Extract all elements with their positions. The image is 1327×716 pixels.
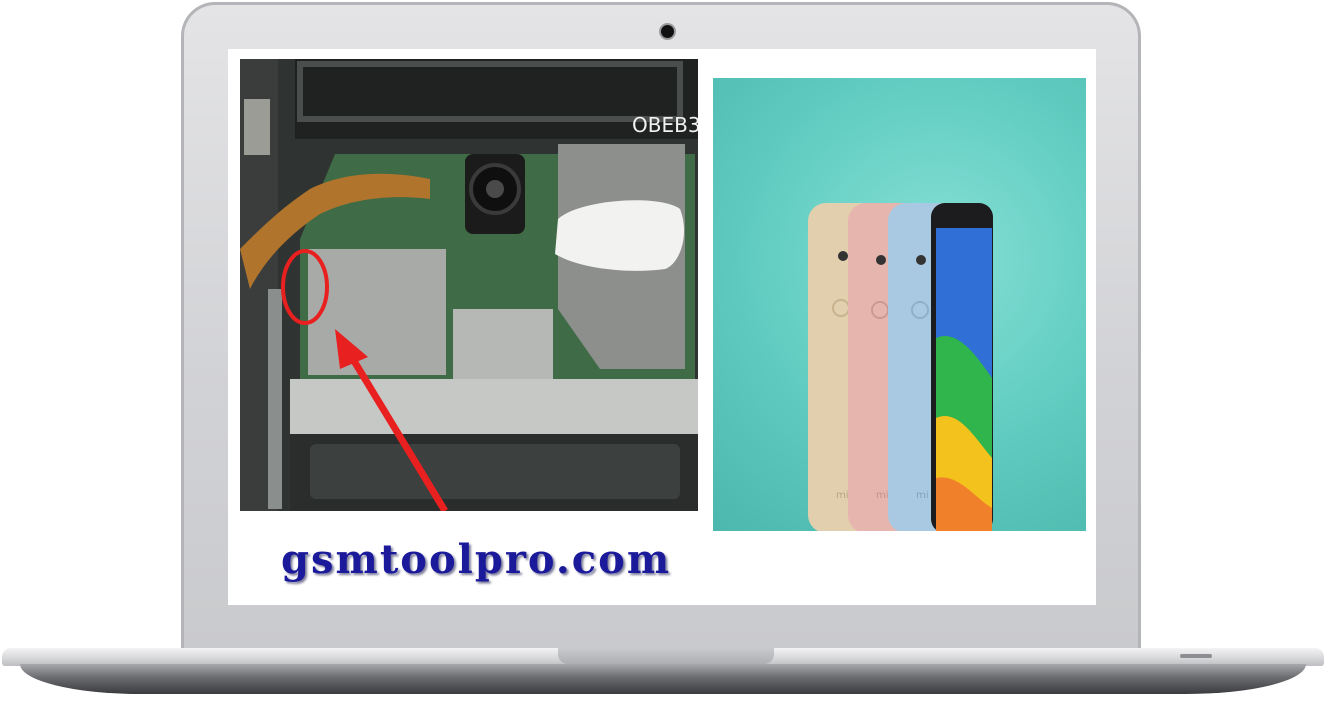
laptop-base [20,664,1306,694]
power-indicator-icon [1180,654,1212,658]
mi-logo-blue: mi [916,490,929,501]
webcam-icon [661,25,674,38]
board-marking-text: OBEB3 [632,113,698,137]
laptop-notch [558,648,774,664]
site-watermark-text: gsmtoolpro.com [281,536,672,583]
motherboard-photo: OBEB3 [240,59,698,511]
phones-photo: mi mi mi [713,78,1086,531]
mi-logo-gold: mi [836,490,849,501]
mi-logo-pink: mi [876,490,889,501]
